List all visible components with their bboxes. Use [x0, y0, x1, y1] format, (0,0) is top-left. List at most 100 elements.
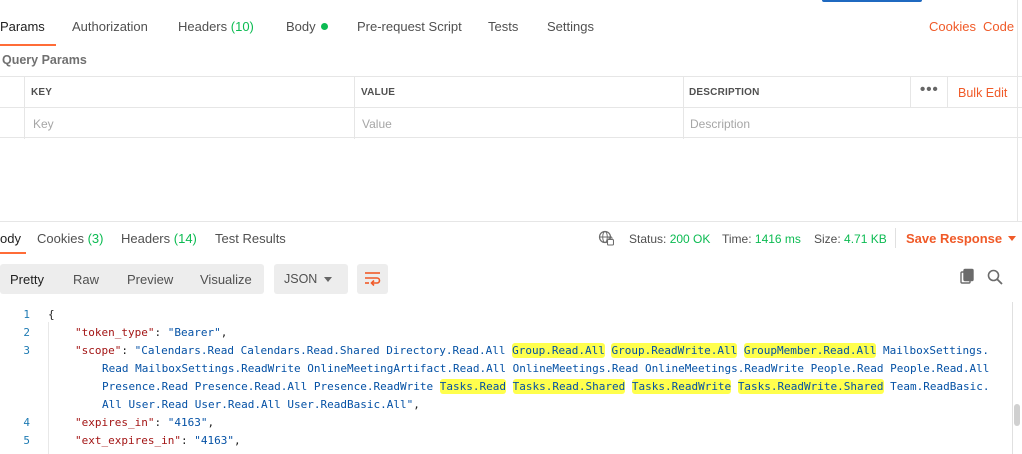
table-header-row: KEY VALUE DESCRIPTION ••• Bulk Edit — [0, 77, 1022, 108]
pane-divider[interactable] — [0, 221, 1022, 222]
tab-authorization[interactable]: Authorization — [72, 19, 148, 34]
highlighted-scope: Tasks.ReadWrite — [631, 379, 732, 394]
json-string: "Bearer" — [167, 326, 221, 339]
json-string: "4163" — [167, 416, 208, 429]
active-tab-indicator — [0, 44, 56, 46]
json-string — [625, 380, 632, 393]
tab-pre-request-script[interactable]: Pre-request Script — [357, 19, 462, 34]
highlighted-scope: Tasks.ReadWrite.Shared — [737, 379, 884, 394]
view-preview-button[interactable]: Preview — [127, 272, 173, 287]
query-params-table: KEY VALUE DESCRIPTION ••• Bulk Edit Key … — [0, 76, 1022, 139]
editor-scroll-thumb[interactable] — [1014, 404, 1020, 426]
highlighted-scope: Tasks.Read — [439, 379, 506, 394]
code-line-wrap: Read MailboxSettings.ReadWrite OnlineMee… — [102, 362, 989, 375]
highlighted-scope: Group.ReadWrite.All — [611, 343, 738, 358]
tab-label: Settings — [547, 19, 594, 34]
tab-label: Headers — [178, 19, 228, 34]
json-string: Presence.Read Presence.Read.All Presence… — [102, 380, 440, 393]
query-params-title: Query Params — [2, 53, 87, 67]
line-number: 5 — [23, 434, 30, 447]
tab-headers[interactable]: Headers (10) — [178, 19, 254, 34]
tab-settings[interactable]: Settings — [547, 19, 594, 34]
column-header-description: DESCRIPTION — [689, 87, 760, 98]
time-readout[interactable]: Time: 1416 ms — [722, 232, 801, 246]
code-line: { — [48, 308, 55, 321]
tab-params[interactable]: Params — [0, 19, 45, 34]
search-icon[interactable] — [986, 268, 1004, 286]
indent-guide — [48, 322, 49, 454]
response-body-editor[interactable]: 1 { 2 "token_type": "Bearer", 3 "scope":… — [0, 304, 1022, 454]
key-input[interactable]: Key — [33, 117, 54, 131]
json-key: "expires_in" — [75, 416, 155, 429]
copy-icon[interactable] — [959, 268, 977, 286]
request-tab-bar: Params Authorization Headers (10) Body P… — [0, 0, 1022, 48]
line-number: 1 — [23, 308, 30, 321]
highlighted-scope: GroupMember.Read.All — [743, 343, 877, 358]
view-pretty-button[interactable]: Pretty — [10, 272, 44, 287]
description-input[interactable]: Description — [690, 117, 750, 131]
tab-response-headers[interactable]: Headers (14) — [121, 231, 197, 246]
tab-label: ody — [0, 231, 21, 246]
tab-label: Cookies — [37, 231, 84, 246]
table-row: Key Value Description — [0, 108, 1022, 139]
highlighted-scope: Tasks.Read.Shared — [512, 379, 626, 394]
request-scrollbar[interactable] — [1017, 0, 1022, 221]
line-number: 4 — [23, 416, 30, 429]
more-options-icon[interactable]: ••• — [920, 81, 939, 98]
tab-label: Params — [0, 19, 45, 34]
json-key: "token_type" — [75, 326, 155, 339]
tab-label: Pre-request Script — [357, 19, 462, 34]
tab-test-results[interactable]: Test Results — [215, 231, 286, 246]
value-input[interactable]: Value — [362, 117, 392, 131]
code-line-wrap: All User.Read User.Read.All User.ReadBas… — [102, 398, 420, 411]
tab-body[interactable]: Body — [286, 19, 328, 34]
code-line: "scope": "Calendars.Read Calendars.Read.… — [75, 343, 989, 358]
save-response-label: Save Response — [906, 231, 1003, 246]
bulk-edit-link[interactable]: Bulk Edit — [958, 86, 1007, 100]
json-key: "ext_expires_in" — [75, 434, 181, 447]
json-string: "4163" — [194, 434, 234, 447]
toolbar-separator — [895, 228, 896, 248]
tab-count: (14) — [173, 231, 197, 246]
network-globe-icon[interactable] — [598, 230, 614, 246]
line-number: 3 — [23, 344, 30, 357]
line-number: 2 — [23, 326, 30, 339]
time-value: 1416 ms — [754, 232, 801, 246]
code-line-wrap: Presence.Read Presence.Read.All Presence… — [102, 379, 990, 394]
json-string: Team.ReadBasic. — [883, 380, 990, 393]
highlighted-scope: Group.Read.All — [512, 343, 605, 358]
code-link[interactable]: Code — [983, 19, 1014, 34]
json-key: "scope" — [75, 344, 122, 357]
tab-count: (10) — [230, 19, 254, 34]
json-string: Read MailboxSettings.ReadWrite OnlineMee… — [102, 362, 990, 375]
json-string: All User.Read User.Read.All User.ReadBas… — [102, 398, 414, 411]
view-visualize-button[interactable]: Visualize — [200, 272, 252, 287]
tab-label: Test Results — [215, 231, 286, 246]
wrap-lines-button[interactable] — [357, 264, 388, 294]
format-select-value: JSON — [284, 272, 318, 286]
column-header-value: VALUE — [361, 87, 396, 98]
chevron-down-icon — [1008, 236, 1017, 241]
save-response-button[interactable]: Save Response — [906, 231, 1017, 246]
view-raw-button[interactable]: Raw — [73, 272, 99, 287]
json-string: "Calendars.Read Calendars.Read.Shared Di… — [134, 344, 513, 357]
code-line: "ext_expires_in": "4163", — [75, 434, 241, 447]
editor-scrollbar[interactable] — [1012, 302, 1022, 454]
open-brace: { — [48, 308, 55, 321]
active-tab-indicator — [0, 252, 26, 254]
size-readout[interactable]: Size: 4.71 KB — [814, 232, 887, 246]
status-value: 200 OK — [669, 232, 711, 246]
cookies-link[interactable]: Cookies — [929, 19, 976, 34]
code-line: "expires_in": "4163", — [75, 416, 215, 429]
status-readout[interactable]: Status: 200 OK — [629, 232, 710, 246]
chevron-down-icon — [324, 277, 332, 282]
tab-response-body[interactable]: ody — [0, 231, 21, 246]
tab-count: (3) — [87, 231, 104, 246]
code-line: "token_type": "Bearer", — [75, 326, 228, 339]
time-label: Time: — [722, 232, 752, 246]
json-string — [506, 380, 513, 393]
tab-response-cookies[interactable]: Cookies (3) — [37, 231, 103, 246]
tab-tests[interactable]: Tests — [488, 19, 518, 34]
json-string: MailboxSettings. — [876, 344, 989, 357]
tab-label: Tests — [488, 19, 519, 34]
